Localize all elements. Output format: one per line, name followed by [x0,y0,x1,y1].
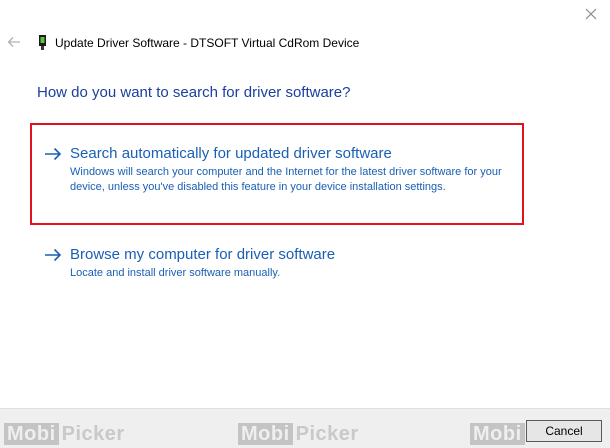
watermark-logo: MobiPicker [4,423,125,446]
window-title-row: Update Driver Software - DTSOFT Virtual … [38,34,359,52]
device-icon [39,35,46,50]
option-title: Search automatically for updated driver … [70,145,392,162]
option-description: Locate and install driver software manua… [70,267,281,279]
dialog-footer: MobiPicker MobiPicker MobiPicker Cancel [0,408,610,448]
option-description: Windows will search your computer and th… [70,166,502,193]
close-icon [585,8,597,20]
watermark-text: Picker [61,423,125,445]
watermark-logo: MobiPicker [238,423,359,446]
window-title: Update Driver Software - DTSOFT Virtual … [55,36,360,50]
arrow-right-icon [45,147,62,161]
cancel-button[interactable]: Cancel [526,420,602,442]
option-title: Browse my computer for driver software [70,246,336,263]
watermark-box: Mobi [238,423,293,445]
watermark-box: Mobi [4,423,59,445]
arrow-right-icon [45,248,62,262]
watermark-box: Mobi [470,423,525,445]
browse-computer-option[interactable]: Browse my computer for driver software L… [40,246,520,281]
back-arrow-icon [7,37,20,47]
back-button[interactable] [6,34,22,50]
page-heading: How do you want to search for driver sof… [37,84,351,101]
watermark-text: Picker [295,423,359,445]
close-button[interactable] [576,2,606,26]
search-automatically-option[interactable]: Search automatically for updated driver … [40,145,520,195]
